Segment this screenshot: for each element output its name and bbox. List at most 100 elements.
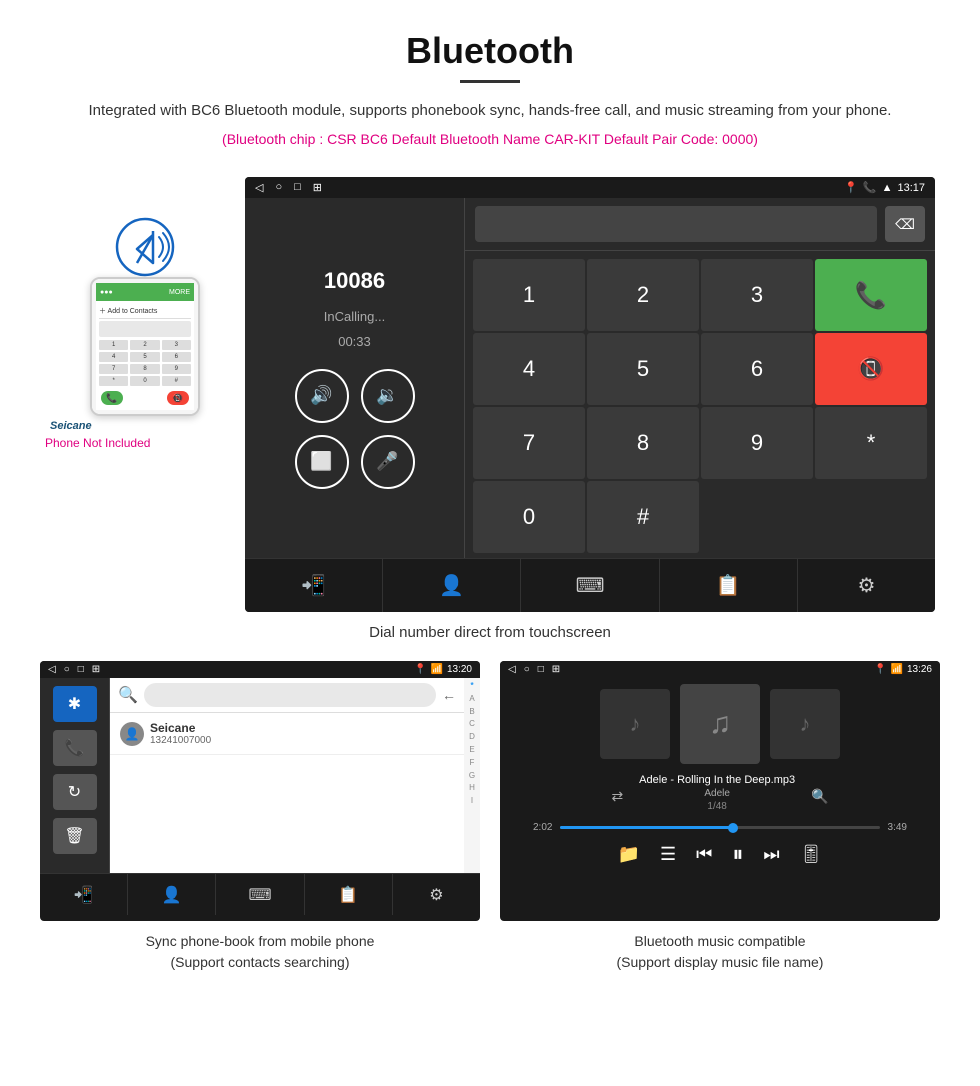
dialpad-input-field[interactable] <box>475 206 877 242</box>
key-7[interactable]: 7 <box>473 407 585 479</box>
phone-call-btn: 📞 <box>101 391 123 405</box>
phone-keypad: 123 456 789 *0# <box>99 340 191 386</box>
index-H[interactable]: H <box>469 782 475 795</box>
bottom-screenshots: ◁ ○ □ ⊞ 📍 📶 13:20 ✱ 📞 ↻ 🗑 <box>0 661 980 973</box>
recents-icon: □ <box>294 181 301 194</box>
music-card: ◁ ○ □ ⊞ 📍 📶 13:26 ♪ <box>500 661 940 973</box>
pb-sync-btn[interactable]: ↻ <box>53 774 97 810</box>
contact-item[interactable]: 👤 Seicane 13241007000 <box>110 713 464 755</box>
key-6[interactable]: 6 <box>701 333 813 405</box>
volume-up-btn[interactable]: 🔊 <box>295 369 349 423</box>
key-call[interactable]: 📞 <box>815 259 927 331</box>
wifi-icon: ▲ <box>882 182 893 194</box>
phone-mockup: ●●● MORE ＋ Add to Contacts 123 456 789 *… <box>90 277 200 416</box>
music-progress-row: 2:02 3:49 <box>533 822 907 833</box>
phone-signal-icon: 📞 <box>863 181 877 194</box>
index-A[interactable]: A <box>469 693 474 706</box>
index-E[interactable]: E <box>469 744 474 757</box>
screenshot-icon: ⊞ <box>313 181 322 194</box>
home-icon: ○ <box>275 181 282 194</box>
index-B[interactable]: B <box>469 706 474 719</box>
music-location-icon: 📍 <box>874 664 886 675</box>
nav-calls[interactable]: 📲 <box>245 559 383 612</box>
dialpad-input-row: ⌫ <box>465 198 935 251</box>
index-F[interactable]: F <box>470 757 475 770</box>
pb-nav-settings[interactable]: ⚙ <box>393 874 480 915</box>
nav-transfer[interactable]: 📋 <box>660 559 798 612</box>
index-star[interactable]: * <box>470 680 473 693</box>
car-bottom-nav: 📲 👤 ⌨ 📋 ⚙ <box>245 558 935 612</box>
index-C[interactable]: C <box>469 718 475 731</box>
pb-location-icon: 📍 <box>414 664 426 675</box>
nav-dialpad[interactable]: ⌨ <box>521 559 659 612</box>
status-time: 13:17 <box>897 182 925 194</box>
pb-home-nav: ○ <box>64 664 70 675</box>
music-note-right: ♪ <box>800 711 811 737</box>
page-description: Integrated with BC6 Bluetooth module, su… <box>20 99 960 123</box>
music-back-nav: ◁ <box>508 664 516 675</box>
index-G[interactable]: G <box>469 770 475 783</box>
music-time: 13:26 <box>907 664 932 675</box>
phone-not-included-label: Phone Not Included <box>45 436 150 450</box>
dialpad-panel: ⌫ 1 2 3 📞 4 5 6 📵 7 8 9 * 0 # <box>465 198 935 558</box>
mute-btn[interactable]: 🎤 <box>361 435 415 489</box>
key-3[interactable]: 3 <box>701 259 813 331</box>
pb-bluetooth-btn[interactable]: ✱ <box>53 686 97 722</box>
key-8[interactable]: 8 <box>587 407 699 479</box>
phone-top-bar: ●●● MORE <box>96 283 194 301</box>
key-endcall[interactable]: 📵 <box>815 333 927 405</box>
music-search-icon[interactable]: 🔍 <box>811 788 828 805</box>
contact-name: Seicane <box>150 721 211 735</box>
nav-contacts[interactable]: 👤 <box>383 559 521 612</box>
key-2[interactable]: 2 <box>587 259 699 331</box>
index-I[interactable]: I <box>471 795 473 808</box>
music-recents-nav: □ <box>538 664 544 675</box>
music-prev-btn[interactable]: ⏮ <box>696 844 712 865</box>
key-4[interactable]: 4 <box>473 333 585 405</box>
call-number: 10086 <box>324 268 385 294</box>
index-D[interactable]: D <box>469 731 475 744</box>
progress-bar[interactable] <box>560 826 879 829</box>
time-elapsed: 2:02 <box>533 822 552 833</box>
key-1[interactable]: 1 <box>473 259 585 331</box>
dialpad-backspace-btn[interactable]: ⌫ <box>885 206 925 242</box>
music-folder-btn[interactable]: 📁 <box>618 844 640 865</box>
pb-phone-btn[interactable]: 📞 <box>53 730 97 766</box>
album-art-left: ♪ <box>600 689 670 759</box>
music-screen: ◁ ○ □ ⊞ 📍 📶 13:26 ♪ <box>500 661 940 921</box>
pb-nav-contacts[interactable]: 👤 <box>128 874 216 915</box>
music-track-position: 1/48 <box>639 801 795 812</box>
key-0[interactable]: 0 <box>473 481 585 553</box>
pb-delete-btn[interactable]: 🗑 <box>53 818 97 854</box>
music-play-btn[interactable]: ⏸ <box>732 841 743 867</box>
music-screenshot-nav: ⊞ <box>552 664 560 675</box>
pb-nav-dialpad[interactable]: ⌨ <box>216 874 304 915</box>
key-5[interactable]: 5 <box>587 333 699 405</box>
phonebook-main: 🔍 ← 👤 Seicane 13241007000 <box>110 678 464 873</box>
music-eq-btn[interactable]: 🎚 <box>800 844 823 865</box>
bluetooth-specs: (Bluetooth chip : CSR BC6 Default Blueto… <box>20 131 960 147</box>
shuffle-icon[interactable]: ⇄ <box>611 788 623 805</box>
pb-time: 13:20 <box>447 664 472 675</box>
search-input[interactable] <box>144 683 436 707</box>
music-list-btn[interactable]: ☰ <box>660 844 676 865</box>
key-hash[interactable]: # <box>587 481 699 553</box>
music-content: ♪ ♫ ♪ ⇄ Adele - Rolling In the Deep.mp3 … <box>500 678 940 873</box>
key-star[interactable]: * <box>815 407 927 479</box>
phonebook-bottom-nav: 📲 👤 ⌨ 📋 ⚙ <box>40 873 480 915</box>
phonebook-screen: ◁ ○ □ ⊞ 📍 📶 13:20 ✱ 📞 ↻ 🗑 <box>40 661 480 921</box>
pb-nav-calls[interactable]: 📲 <box>40 874 128 915</box>
main-demo-section: ●●● MORE ＋ Add to Contacts 123 456 789 *… <box>0 177 980 612</box>
pb-nav-transfer[interactable]: 📋 <box>305 874 393 915</box>
music-next-btn[interactable]: ⏭ <box>763 844 779 865</box>
volume-down-btn[interactable]: 🔉 <box>361 369 415 423</box>
bluetooth-icon-large <box>115 217 175 277</box>
phone-side: ●●● MORE ＋ Add to Contacts 123 456 789 *… <box>45 177 245 450</box>
music-caption: Bluetooth music compatible (Support disp… <box>617 931 824 973</box>
nav-settings[interactable]: ⚙ <box>798 559 935 612</box>
call-controls: 🔊 🔉 ⬜ 🎤 <box>295 369 415 489</box>
pb-search-back[interactable]: ← <box>442 687 456 703</box>
key-9[interactable]: 9 <box>701 407 813 479</box>
phonebook-caption: Sync phone-book from mobile phone (Suppo… <box>146 931 375 973</box>
transfer-btn[interactable]: ⬜ <box>295 435 349 489</box>
